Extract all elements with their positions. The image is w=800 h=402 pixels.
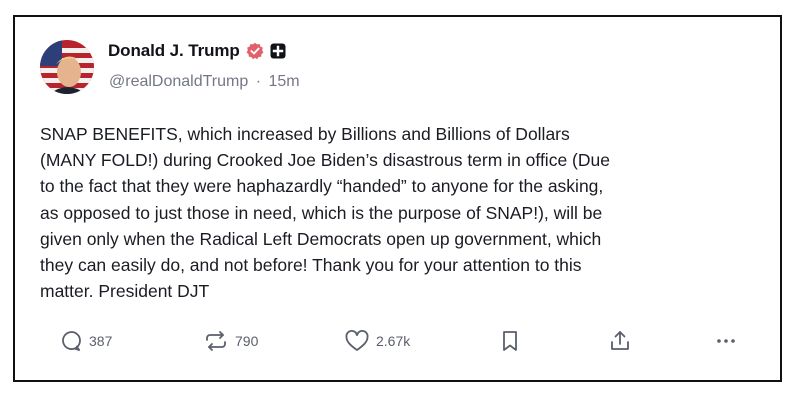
bookmark-icon bbox=[500, 329, 520, 353]
share-icon bbox=[608, 329, 632, 353]
repost-icon bbox=[203, 329, 229, 353]
action-bar: 387 790 2.67k bbox=[15, 329, 780, 359]
post-text: SNAP BENEFITS, which increased by Billio… bbox=[40, 124, 610, 302]
reply-icon bbox=[59, 329, 83, 353]
verified-badge-icon bbox=[246, 42, 264, 60]
handle-row: @realDonaldTrump · 15m bbox=[109, 73, 300, 91]
like-count: 2.67k bbox=[376, 333, 411, 349]
more-icon bbox=[714, 329, 738, 353]
repost-count: 790 bbox=[235, 333, 259, 349]
author-row: Donald J. Trump bbox=[108, 41, 286, 61]
separator: · bbox=[255, 73, 262, 90]
timestamp[interactable]: 15m bbox=[269, 73, 300, 90]
bookmark-button[interactable] bbox=[500, 329, 520, 353]
handle[interactable]: @realDonaldTrump bbox=[109, 73, 248, 90]
reply-count: 387 bbox=[89, 333, 113, 349]
like-button[interactable]: 2.67k bbox=[344, 329, 410, 353]
author-name[interactable]: Donald J. Trump bbox=[108, 41, 240, 61]
more-options-button[interactable] bbox=[714, 329, 738, 353]
plus-badge-icon bbox=[270, 43, 286, 59]
post-card: Donald J. Trump @realDonaldTrump · 15m S… bbox=[13, 15, 782, 382]
repost-button[interactable]: 790 bbox=[203, 329, 258, 353]
heart-icon bbox=[344, 329, 370, 353]
reply-button[interactable]: 387 bbox=[59, 329, 112, 353]
share-button[interactable] bbox=[608, 329, 632, 353]
avatar[interactable] bbox=[40, 40, 94, 94]
